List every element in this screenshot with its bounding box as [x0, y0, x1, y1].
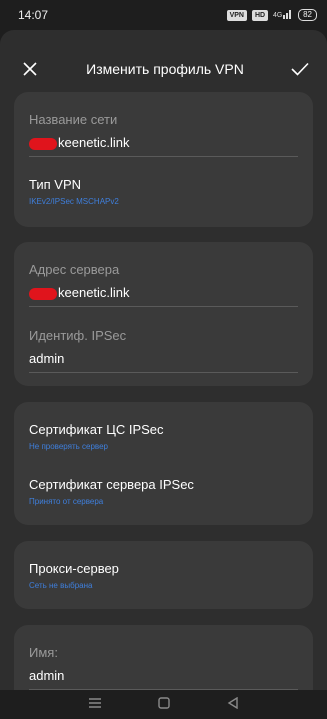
credentials-card: Имя: admin: [14, 625, 313, 690]
home-nav-icon[interactable]: [158, 696, 171, 714]
username-label: Имя:: [29, 645, 58, 660]
server-certificate-value: Принято от сервера: [29, 497, 104, 506]
signal-icon: 4G: [273, 9, 293, 21]
username-field[interactable]: Имя: admin: [29, 645, 298, 690]
status-time: 14:07: [18, 8, 49, 22]
vpn-type-value: IKEv2/IPSec MSCHAPv2: [29, 197, 119, 206]
server-card: Адрес сервера keenetic.link Идентиф. IPS…: [14, 242, 313, 386]
server-certificate-selector[interactable]: Сертификат сервера IPSec Принято от серв…: [29, 477, 298, 506]
divider: [29, 372, 298, 373]
proxy-selector[interactable]: Прокси-сервер Сеть не выбрана: [29, 561, 298, 590]
vpn-status-icon: VPN: [226, 9, 247, 21]
ipsec-identifier-field[interactable]: Идентиф. IPSec admin: [29, 328, 298, 373]
server-certificate-label: Сертификат сервера IPSec: [29, 477, 194, 492]
server-address-value: keenetic.link: [58, 285, 130, 300]
close-icon[interactable]: [20, 59, 40, 79]
proxy-label: Прокси-сервер: [29, 561, 119, 576]
proxy-card[interactable]: Прокси-сервер Сеть не выбрана: [14, 541, 313, 609]
network-name-value: keenetic.link: [58, 135, 130, 150]
status-bar: 14:07 VPN HD 4G 82: [0, 0, 327, 30]
ipsec-identifier-value: admin: [29, 351, 65, 366]
divider: [29, 306, 298, 307]
check-icon[interactable]: [290, 59, 310, 79]
edit-vpn-profile-sheet: Изменить профиль VPN Название сети keene…: [0, 30, 327, 690]
dialog-title: Изменить профиль VPN: [86, 61, 244, 77]
system-nav-bar: [0, 690, 327, 719]
status-icons: VPN HD 4G 82: [226, 9, 317, 21]
ca-certificate-selector[interactable]: Сертификат ЦС IPSec Не проверять сервер: [29, 422, 298, 451]
vpn-type-selector[interactable]: Тип VPN IKEv2/IPSec MSCHAPv2: [29, 177, 298, 206]
network-card: Название сети keenetic.link Тип VPN IKEv…: [14, 92, 313, 227]
network-name-label: Название сети: [29, 112, 118, 127]
menu-nav-icon[interactable]: [88, 696, 102, 714]
username-value: admin: [29, 668, 65, 683]
server-address-label: Адрес сервера: [29, 262, 120, 277]
ca-certificate-label: Сертификат ЦС IPSec: [29, 422, 164, 437]
back-nav-icon[interactable]: [227, 696, 239, 714]
redacted-mark: [29, 137, 57, 150]
hd-status-icon: HD: [251, 9, 269, 21]
ca-certificate-value: Не проверять сервер: [29, 442, 108, 451]
certificates-card: Сертификат ЦС IPSec Не проверять сервер …: [14, 402, 313, 525]
proxy-value: Сеть не выбрана: [29, 581, 93, 590]
battery-indicator: 82: [298, 9, 317, 21]
vpn-type-label: Тип VPN: [29, 177, 82, 192]
svg-text:4G: 4G: [273, 12, 282, 19]
ipsec-identifier-label: Идентиф. IPSec: [29, 328, 127, 343]
server-address-field[interactable]: Адрес сервера keenetic.link: [29, 262, 298, 307]
redacted-mark: [29, 287, 57, 300]
network-name-field[interactable]: Название сети keenetic.link: [29, 112, 298, 157]
divider: [29, 156, 298, 157]
